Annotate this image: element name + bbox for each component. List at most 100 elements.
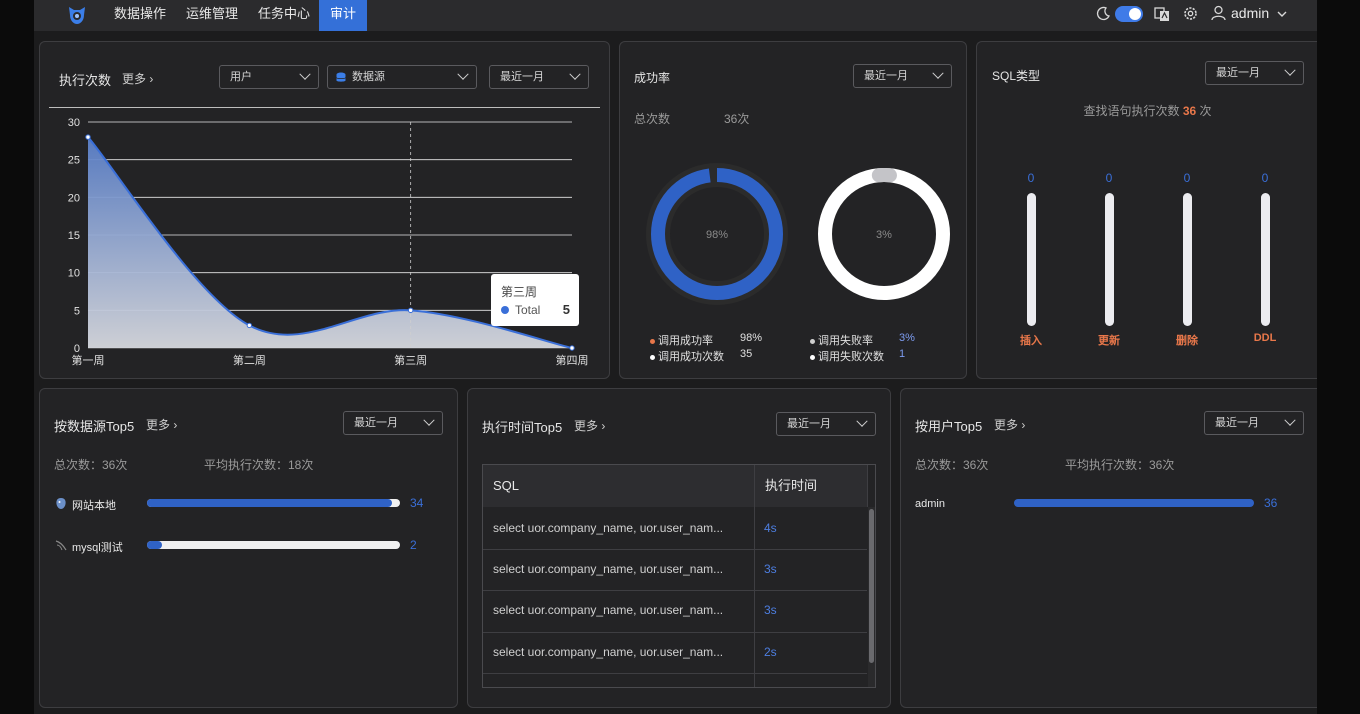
tooltip-value: 5 xyxy=(562,302,570,317)
legend-success-count: 调用成功次数 xyxy=(650,348,724,364)
user-icon[interactable] xyxy=(1211,5,1226,21)
x-tick-label: 第三周 xyxy=(394,353,427,367)
app-logo xyxy=(69,7,85,24)
table-cell-sql[interactable]: select uor.company_name, uor.user_nam... xyxy=(483,632,754,673)
series-dot xyxy=(501,306,509,314)
legend-label: 调用成功次数 xyxy=(658,351,724,363)
table-cell-sql[interactable]: select uor.company_name, uor.user_nam... xyxy=(483,590,754,631)
translate-icon[interactable] xyxy=(1154,6,1170,22)
legend-dot xyxy=(650,338,655,344)
theme-toggle[interactable] xyxy=(1115,6,1143,22)
datasource-top5-panel: 按数据源Top5 更多 › 最近一月 总次数：36次 平均执行次数：18次 网站… xyxy=(39,388,458,708)
sql-summary: 查找语句执行次数 36 次 xyxy=(977,102,1317,119)
user-count: 36 xyxy=(1264,496,1278,510)
column-header-time: 执行时间 xyxy=(754,465,867,507)
legend-success-count-value: 35 xyxy=(740,348,753,360)
select-value: 最近一月 xyxy=(1216,67,1260,79)
user-top5-panel: 按用户Top5 更多 › 最近一月 总次数：36次 平均执行次数：36次 adm… xyxy=(900,388,1317,708)
total-text: 总次数：36次 xyxy=(915,458,989,472)
x-tick-label: 第一周 xyxy=(72,353,105,367)
data-point[interactable] xyxy=(246,322,253,329)
data-point[interactable] xyxy=(85,134,91,140)
range-select[interactable]: 最近一月 xyxy=(776,412,876,436)
select-value: 最近一月 xyxy=(1215,417,1259,429)
scrollbar-thumb[interactable] xyxy=(869,509,874,663)
sql-bar-track xyxy=(1183,193,1192,326)
data-point[interactable] xyxy=(569,345,575,351)
legend-success-rate: 调用成功率 xyxy=(650,332,713,348)
success-rate-panel: 成功率 最近一月 总次数 36次 98% 3% 调用成功率 98% 调用成功次数… xyxy=(619,41,967,379)
sql-bar-label: DDL xyxy=(1253,332,1277,344)
legend-label: 调用失败率 xyxy=(818,335,873,347)
range-select[interactable]: 最近一月 xyxy=(1204,411,1304,435)
summary-prefix: 查找语句执行次数 xyxy=(1083,104,1180,118)
table-cell-time: 4s xyxy=(764,521,777,535)
nav-audit[interactable]: 审计 xyxy=(319,0,368,31)
datasource-bar xyxy=(147,541,400,549)
sql-bar-label: 插入 xyxy=(1020,335,1042,347)
select-value: 最近一月 xyxy=(787,418,831,430)
bar-fill xyxy=(147,499,393,507)
total-text: 总次数：36次 xyxy=(54,458,128,472)
range-select[interactable]: 最近一月 xyxy=(1205,61,1304,85)
y-tick-label: 5 xyxy=(74,305,80,317)
table-cell-sql[interactable]: select uor.company_name, uor.user_nam... xyxy=(483,549,754,590)
sql-bar-value: 0 xyxy=(1183,171,1191,185)
datasource-count: 34 xyxy=(410,496,424,510)
scrollbar-track[interactable] xyxy=(868,507,875,687)
summary-suffix: 次 xyxy=(1199,104,1212,118)
more-link[interactable]: 更多 › xyxy=(574,417,605,434)
table-cell-time: 3s xyxy=(764,562,777,576)
row-divider xyxy=(483,673,867,674)
exec-count-panel: 执行次数 更多 › 用户 数据源 最近一月 0 5 10 15 20 25 30 第一周 第二周… xyxy=(39,41,610,379)
username-label[interactable]: admin xyxy=(1231,5,1269,21)
sql-bar-label: 更新 xyxy=(1098,335,1120,347)
moon-icon[interactable] xyxy=(1096,6,1111,21)
sql-bar-value: 0 xyxy=(1261,171,1269,185)
more-link[interactable]: 更多 › xyxy=(146,416,177,433)
exec-time-table: SQL 执行时间 select uor.company_name, uor.us… xyxy=(482,464,876,688)
y-tick-label: 20 xyxy=(68,192,80,204)
avg-text: 平均执行次数：18次 xyxy=(204,458,314,472)
nav-task-center[interactable]: 任务中心 xyxy=(247,0,321,31)
legend-dot xyxy=(810,338,815,344)
panel-title: 按用户Top5 xyxy=(915,419,983,434)
gear-icon[interactable] xyxy=(1182,5,1199,22)
column-divider xyxy=(867,465,868,507)
datasource-name: 网站本地 xyxy=(72,500,116,512)
sql-bar-label: 删除 xyxy=(1176,335,1198,347)
sql-bar-track xyxy=(1261,193,1270,326)
avg-text: 平均执行次数：36次 xyxy=(1065,458,1175,472)
exec-count-chart: 051015202530第一周 第二周 第三周 第四周 xyxy=(68,117,589,367)
sql-type-panel: SQL类型 最近一月 查找语句执行次数 36 次 0 插入 0 更新 0 删除 0 DDL xyxy=(976,41,1317,379)
more-link[interactable]: 更多 › xyxy=(994,416,1025,433)
column-header-sql: SQL xyxy=(483,465,754,507)
nav-data-operation[interactable]: 数据操作 xyxy=(103,0,177,31)
range-select[interactable]: 最近一月 xyxy=(343,411,443,435)
table-cell-time: 3s xyxy=(764,603,777,617)
legend-label: 调用失败次数 xyxy=(818,351,884,363)
data-point[interactable] xyxy=(407,307,414,314)
chart-tooltip: 第三周 Total 5 xyxy=(491,274,579,326)
y-tick-label: 0 xyxy=(74,343,80,355)
y-tick-label: 15 xyxy=(68,230,80,242)
sql-bar-value: 0 xyxy=(1105,171,1113,185)
table-cell-sql[interactable]: select uor.company_name, uor.user_nam... xyxy=(483,508,754,549)
panel-title: SQL类型 xyxy=(992,69,1041,83)
y-tick-label: 25 xyxy=(68,155,80,167)
legend-label: 调用成功率 xyxy=(658,335,713,347)
tooltip-series: Total xyxy=(515,303,541,317)
mysql-icon xyxy=(55,540,67,551)
x-tick-label: 第四周 xyxy=(556,353,589,367)
legend-success-rate-value: 98% xyxy=(740,332,763,344)
tooltip-title: 第三周 xyxy=(501,285,538,299)
sql-bar-track xyxy=(1105,193,1114,326)
user-bar xyxy=(1014,499,1254,507)
datasource-bar xyxy=(147,499,400,507)
ring-fail-label: 3% xyxy=(876,229,892,241)
legend-fail-rate: 调用失败率 xyxy=(810,332,873,348)
chevron-down-icon[interactable] xyxy=(1277,10,1287,18)
postgres-icon xyxy=(56,498,66,509)
nav-ops-management[interactable]: 运维管理 xyxy=(175,0,249,31)
legend-fail-count: 调用失败次数 xyxy=(810,348,884,364)
